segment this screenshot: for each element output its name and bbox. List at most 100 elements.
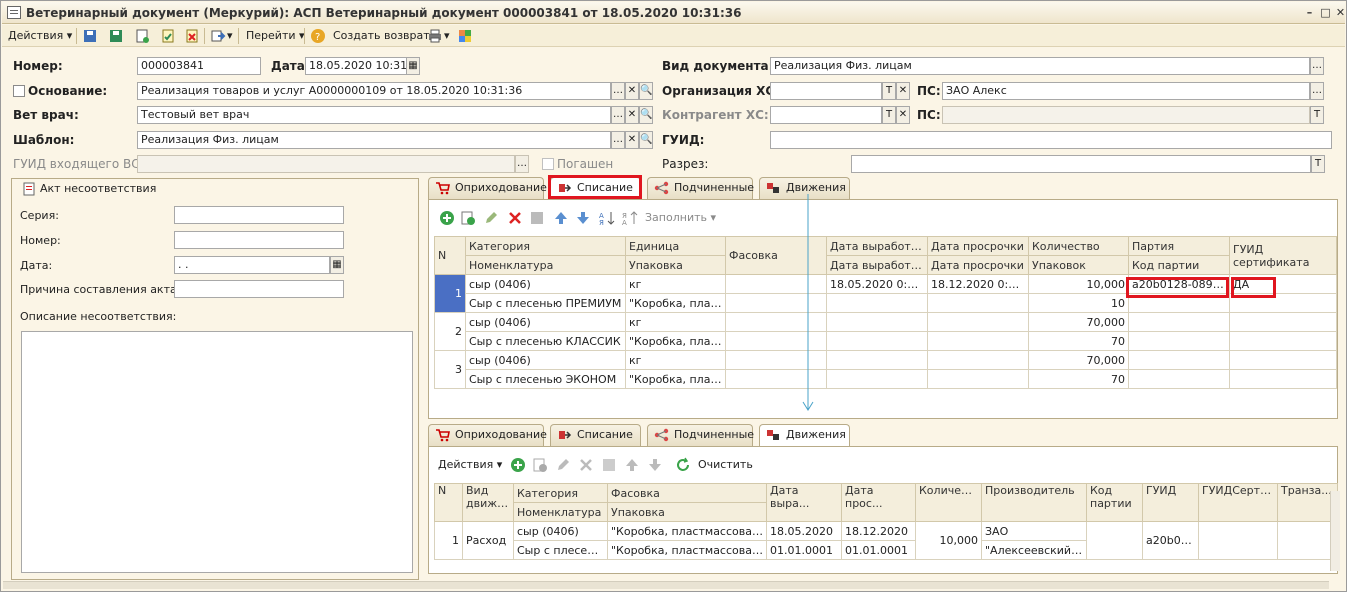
column-header[interactable]: Упаковка <box>607 502 767 522</box>
select-icon[interactable]: … <box>515 155 529 173</box>
table-cell[interactable]: кг <box>625 350 726 370</box>
column-header[interactable]: Количество <box>1028 236 1129 256</box>
vertical-scrollbar[interactable] <box>1330 491 1340 571</box>
tab-receipt[interactable]: Оприходование <box>428 177 547 199</box>
column-header[interactable]: Упаковка <box>625 255 726 275</box>
sort-desc-icon[interactable]: ЯA <box>622 210 638 226</box>
guid-field[interactable] <box>770 131 1332 149</box>
unpost-document-icon[interactable] <box>184 28 200 44</box>
clear-button[interactable]: Очистить <box>698 457 753 473</box>
contractor-field[interactable] <box>770 106 882 124</box>
table-cell[interactable]: 10,000 <box>915 521 982 560</box>
move-up-icon[interactable] <box>553 210 569 226</box>
table-cell[interactable] <box>1229 369 1337 389</box>
mercury-icon[interactable] <box>457 28 473 44</box>
open-icon[interactable]: 🔍 <box>639 82 653 100</box>
table-cell[interactable]: a20b01... <box>1142 521 1199 560</box>
table-row[interactable]: 3 сыр (0406) кг 70,000 <box>434 350 1337 389</box>
vet-field[interactable]: Тестовый вет врач <box>137 106 611 124</box>
table-cell[interactable] <box>826 293 928 313</box>
copy-icon[interactable] <box>460 210 476 226</box>
select-icon[interactable]: … <box>1310 82 1324 100</box>
clear-icon[interactable]: ✕ <box>896 82 910 100</box>
incoming-guid-field[interactable] <box>137 155 515 173</box>
table-cell[interactable]: "Коробка, пласт... <box>625 293 726 313</box>
table-cell[interactable] <box>1128 350 1230 370</box>
table-cell[interactable] <box>826 350 928 370</box>
column-header[interactable]: ГУИД сертификата <box>1229 236 1337 275</box>
table-cell[interactable] <box>927 312 1029 332</box>
structure-icon[interactable] <box>210 28 226 44</box>
column-header[interactable]: Количест... <box>915 483 982 522</box>
column-header[interactable]: Дата выра... <box>766 483 842 522</box>
doc-type-field[interactable]: Реализация Физ. лицам <box>770 57 1310 75</box>
number-field[interactable]: 000003841 <box>137 57 261 75</box>
help-icon[interactable]: ? <box>310 28 326 44</box>
table-row[interactable]: 1 Расход сыр (0406) "Коробка, пластмассовая… <box>434 521 1338 560</box>
column-header[interactable]: Транза... <box>1277 483 1338 522</box>
table-cell[interactable]: 18.05.2020 <box>766 521 842 541</box>
table-cell[interactable]: "Алексеевский ... <box>981 540 1087 560</box>
table-cell[interactable]: 01.01.0001 <box>841 540 916 560</box>
table-cell[interactable]: Сыр с плесенью ПРЕМИУМ <box>465 293 626 313</box>
table-cell[interactable]: 70,000 <box>1028 312 1129 332</box>
save-close-icon[interactable] <box>82 28 98 44</box>
delete-icon[interactable] <box>578 457 594 473</box>
section-field[interactable] <box>851 155 1311 173</box>
move-up-icon[interactable] <box>624 457 640 473</box>
sort-asc-icon[interactable]: AЯ <box>599 210 615 226</box>
ps2-field[interactable] <box>942 106 1310 124</box>
basis-checkbox[interactable] <box>13 85 25 97</box>
table-cell[interactable]: 18.12.2020 <box>841 521 916 541</box>
column-header[interactable]: ГУИД <box>1142 483 1199 522</box>
table-cell[interactable]: 2 <box>434 312 466 351</box>
select-icon[interactable]: … <box>611 131 625 149</box>
add-icon[interactable] <box>439 210 455 226</box>
table-cell[interactable]: "Коробка, пластмассовая" <box>607 540 767 560</box>
table-cell[interactable] <box>1229 331 1337 351</box>
text-type-icon[interactable]: T <box>882 106 896 124</box>
column-header[interactable]: Упаковок <box>1028 255 1129 275</box>
ps-field[interactable]: ЗАО Алекс <box>942 82 1310 100</box>
table-cell[interactable] <box>826 331 928 351</box>
table-cell[interactable]: 70 <box>1028 331 1129 351</box>
table-cell[interactable]: сыр (0406) <box>465 350 626 370</box>
table-cell[interactable]: 70 <box>1028 369 1129 389</box>
column-header[interactable]: Производитель <box>981 483 1087 522</box>
table-cell[interactable] <box>826 312 928 332</box>
description-textarea[interactable] <box>21 331 413 573</box>
table-cell[interactable] <box>826 369 928 389</box>
clear-icon[interactable]: ✕ <box>625 131 639 149</box>
column-header[interactable]: Фасовка <box>607 483 767 503</box>
table-cell[interactable]: сыр (0406) <box>465 312 626 332</box>
table-cell[interactable]: "Коробка, пласт... <box>625 331 726 351</box>
table-cell[interactable] <box>1229 350 1337 370</box>
tab-subordinate-lower[interactable]: Подчиненные <box>647 424 754 446</box>
column-header[interactable]: ГУИДСерти... <box>1198 483 1278 522</box>
table-row[interactable]: Сыр с плесенью ЭКОНОМ "Коробка, пласт... 7… <box>435 369 1337 389</box>
post-document-icon[interactable] <box>160 28 176 44</box>
column-header[interactable]: Номенклатура <box>513 502 608 522</box>
table-row[interactable]: 2 сыр (0406) кг 70,000 <box>434 312 1337 351</box>
series-field[interactable] <box>174 206 344 224</box>
table-row[interactable]: Сыр с плесенью КЛАССИК "Коробка, пласт...… <box>435 331 1337 351</box>
table-cell[interactable]: Сыр с плесенью ЭКОНОМ <box>465 369 626 389</box>
column-header[interactable]: Партия <box>1128 236 1230 256</box>
column-header[interactable]: Код партии <box>1128 255 1230 275</box>
table-cell[interactable] <box>1128 369 1230 389</box>
column-header[interactable]: Категория <box>465 236 626 256</box>
table-cell[interactable]: сыр (0406) <box>513 521 608 541</box>
movements-actions-menu[interactable]: Действия ▾ <box>438 457 502 473</box>
text-type-icon[interactable]: T <box>1311 155 1325 173</box>
org-field[interactable] <box>770 82 882 100</box>
table-cell[interactable]: кг <box>625 312 726 332</box>
table-cell[interactable]: кг <box>625 274 726 294</box>
table-cell[interactable] <box>1128 312 1230 332</box>
clear-icon[interactable]: ✕ <box>896 106 910 124</box>
table-cell[interactable] <box>927 293 1029 313</box>
table-cell[interactable] <box>1277 521 1338 560</box>
table-cell[interactable]: "Коробка, пластмассовая"... <box>607 521 767 541</box>
tab-subordinate[interactable]: Подчиненные <box>647 177 754 199</box>
move-down-icon[interactable] <box>575 210 591 226</box>
table-cell[interactable]: Сыр с плесенью КЛАССИК <box>465 331 626 351</box>
